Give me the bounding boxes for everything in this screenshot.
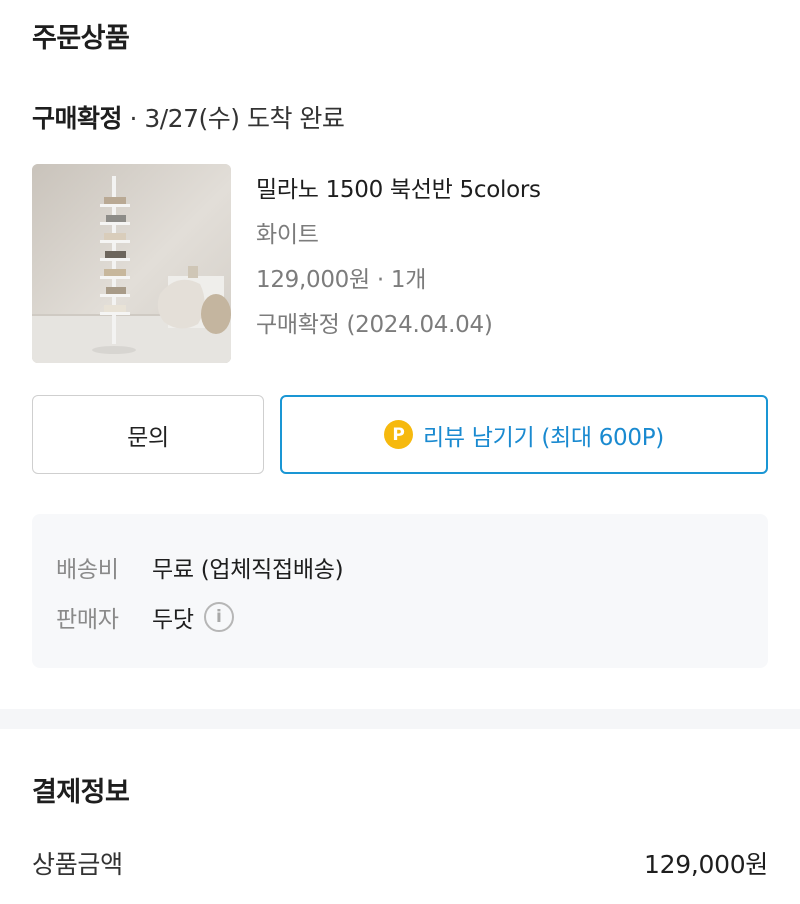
- order-status-detail: · 3/27(수) 도착 완료: [122, 104, 345, 133]
- seller-name[interactable]: 두닷: [152, 600, 194, 634]
- write-review-button[interactable]: P 리뷰 남기기 (최대 600P): [280, 395, 768, 474]
- product-info: 밀라노 1500 북선반 5colors 화이트 129,000원 · 1개 구…: [256, 168, 541, 348]
- payment-section-title: 결제정보: [32, 777, 130, 808]
- seller-label: 판매자: [56, 607, 119, 633]
- point-coin-icon: P: [384, 420, 413, 449]
- order-section-title: 주문상품: [32, 23, 130, 54]
- info-circle-icon[interactable]: i: [203, 602, 234, 632]
- shipping-fee-value: 무료 (업체직접배송): [152, 557, 344, 583]
- order-status-label: 구매확정: [32, 104, 123, 133]
- seller-row: 판매자 두닷 i: [56, 600, 234, 634]
- inquiry-button-label: 문의: [127, 424, 169, 451]
- order-info-box: 배송비 무료 (업체직접배송) 판매자 두닷 i: [32, 514, 768, 668]
- product-amount-row: 상품금액 129,000원: [32, 845, 768, 881]
- product-amount-value: 129,000원: [644, 850, 768, 879]
- shipping-fee-label: 배송비: [56, 557, 119, 583]
- product-option: 화이트: [256, 222, 319, 248]
- product-confirm-status: 구매확정 (2024.04.04): [256, 312, 493, 338]
- product-price-quantity: 129,000원 · 1개: [256, 267, 427, 293]
- product-thumbnail[interactable]: [32, 164, 231, 363]
- section-divider: [0, 709, 800, 729]
- inquiry-button[interactable]: 문의: [32, 395, 264, 474]
- product-name[interactable]: 밀라노 1500 북선반 5colors: [256, 168, 541, 213]
- write-review-label: 리뷰 남기기 (최대 600P): [423, 424, 664, 451]
- order-status: 구매확정 · 3/27(수) 도착 완료: [32, 99, 345, 135]
- shipping-fee-row: 배송비 무료 (업체직접배송): [56, 550, 344, 584]
- product-amount-label: 상품금액: [32, 850, 123, 879]
